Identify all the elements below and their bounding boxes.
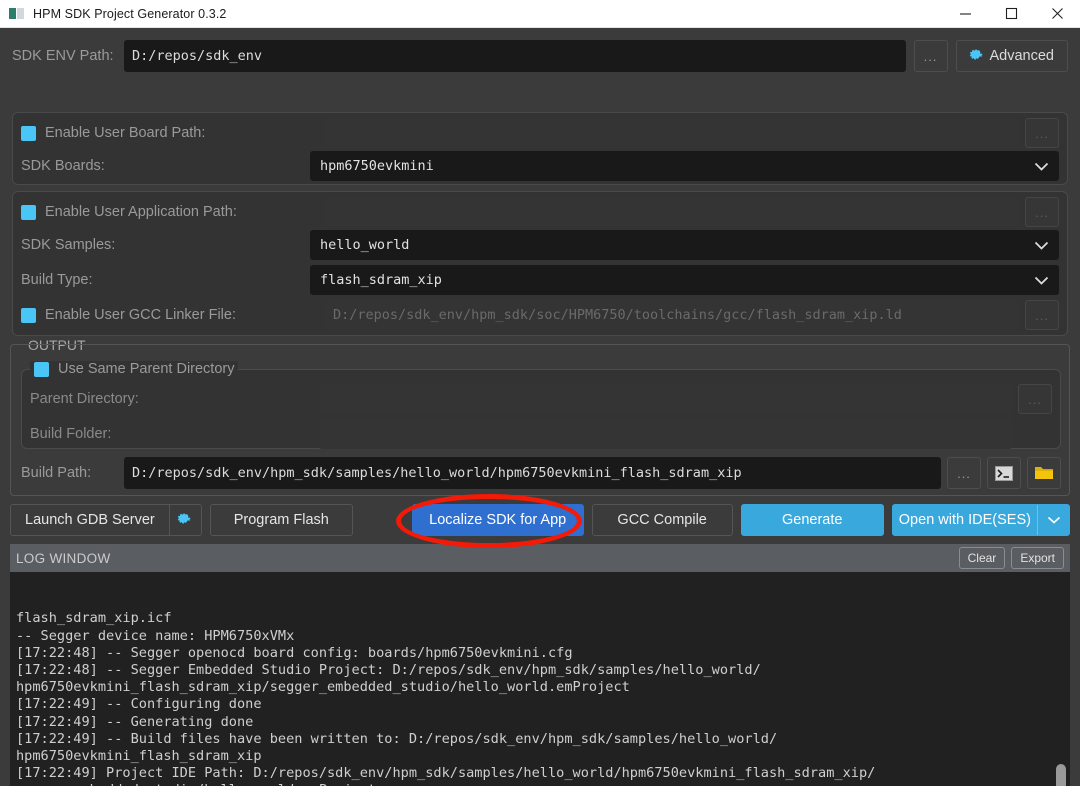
log-export-button[interactable]: Export: [1011, 547, 1064, 569]
enable-user-gcc-linker-file-row: Enable User GCC Linker File: D:/repos/sd…: [21, 300, 1059, 330]
application-group: Enable User Application Path: ... SDK Sa…: [12, 191, 1068, 336]
build-path-row: Build Path: D:/repos/sdk_env/hpm_sdk/sam…: [21, 457, 1061, 489]
enable-user-application-path-row: Enable User Application Path: ...: [21, 197, 1059, 227]
gcc-compile-button[interactable]: GCC Compile: [591, 504, 733, 536]
log-line: [17:22:49] -- Configuring done: [16, 696, 262, 713]
log-line: [17:22:48] -- Segger Embedded Studio Pro…: [16, 662, 761, 679]
enable-user-application-path-label: Enable User Application Path:: [45, 204, 237, 220]
gear-icon: [178, 513, 191, 524]
user-gcc-linker-file-input[interactable]: D:/repos/sdk_env/hpm_sdk/soc/HPM6750/too…: [325, 300, 1019, 330]
chevron-down-icon: [1034, 162, 1049, 171]
build-type-value: flash_sdram_xip: [320, 272, 442, 288]
open-with-ide-button[interactable]: Open with IDE(SES): [891, 504, 1070, 536]
parent-directory-row: Parent Directory: ...: [30, 384, 1052, 414]
log-line: hpm6750evkmini_flash_sdram_xip: [16, 748, 262, 765]
sdk-env-path-input[interactable]: D:/repos/sdk_env: [124, 40, 906, 72]
build-type-row: Build Type: flash_sdram_xip: [21, 265, 1059, 295]
parent-directory-browse-button[interactable]: ...: [1018, 384, 1052, 414]
log-window-title: LOG WINDOW: [16, 550, 111, 566]
use-same-parent-directory-group: Use Same Parent Directory Parent Directo…: [21, 361, 1061, 449]
build-path-input[interactable]: D:/repos/sdk_env/hpm_sdk/samples/hello_w…: [124, 457, 941, 489]
chevron-down-icon: [1034, 241, 1049, 250]
build-folder-input[interactable]: [319, 419, 1012, 449]
enable-user-gcc-linker-file-label: Enable User GCC Linker File:: [45, 307, 236, 323]
log-window-header: LOG WINDOW Clear Export: [10, 544, 1070, 572]
generate-button[interactable]: Generate: [740, 504, 884, 536]
sdk-boards-row: SDK Boards: hpm6750evkmini: [21, 151, 1059, 181]
open-with-ide-label: Open with IDE(SES): [898, 512, 1031, 528]
advanced-label: Advanced: [989, 48, 1055, 64]
chevron-down-icon: [1034, 276, 1049, 285]
sdk-env-path-row: SDK ENV Path: D:/repos/sdk_env ... Advan…: [12, 40, 1068, 72]
use-same-parent-directory-label: Use Same Parent Directory: [58, 361, 235, 377]
log-line: flash_sdram_xip.icf: [16, 610, 172, 627]
maximize-button[interactable]: [988, 0, 1034, 28]
localize-sdk-for-app-button[interactable]: Localize SDK for App: [411, 504, 584, 536]
enable-user-board-path-label: Enable User Board Path:: [45, 125, 206, 141]
chevron-down-icon: [1047, 516, 1060, 524]
terminal-icon: [995, 465, 1013, 481]
use-same-parent-directory-checkbox[interactable]: [34, 361, 49, 377]
log-window-body[interactable]: flash_sdram_xip.icf -- Segger device name…: [10, 572, 1070, 786]
output-group: Use Same Parent Directory Parent Directo…: [10, 344, 1070, 496]
app-icon: [8, 6, 24, 22]
log-line: [17:22:49] -- Generating done: [16, 713, 254, 730]
board-group: Enable User Board Path: ... SDK Boards: …: [12, 112, 1068, 185]
sdk-env-path-browse-button[interactable]: ...: [913, 40, 948, 72]
log-line: segger_embedded_studio/hello_world.emPro…: [16, 782, 1064, 786]
log-line: -- Segger device name: HPM6750xVMx: [16, 627, 295, 644]
advanced-button[interactable]: Advanced: [955, 40, 1068, 72]
parent-directory-label: Parent Directory:: [30, 391, 139, 407]
build-type-label: Build Type:: [21, 272, 93, 288]
gdb-settings-button[interactable]: [168, 505, 201, 535]
log-line: [17:22:48] -- Segger openocd board confi…: [16, 644, 573, 661]
log-line: [17:22:49] -- Build files have been writ…: [16, 730, 778, 747]
build-type-select[interactable]: flash_sdram_xip: [310, 265, 1059, 295]
build-folder-label: Build Folder:: [30, 426, 112, 442]
sdk-env-path-label: SDK ENV Path:: [12, 48, 114, 64]
enable-user-gcc-linker-file-checkbox[interactable]: [21, 307, 36, 323]
gear-icon: [969, 49, 983, 60]
app-body: SDK ENV Path: D:/repos/sdk_env ... Advan…: [0, 28, 1080, 786]
user-gcc-linker-file-browse-button[interactable]: ...: [1025, 300, 1059, 330]
sdk-samples-value: hello_world: [320, 237, 410, 253]
build-path-terminal-button[interactable]: [987, 457, 1021, 489]
use-same-parent-directory-row: Use Same Parent Directory: [30, 361, 239, 377]
title-bar: HPM SDK Project Generator 0.3.2: [0, 0, 1080, 28]
close-button[interactable]: [1034, 0, 1080, 28]
sdk-samples-label: SDK Samples:: [21, 237, 116, 253]
launch-gdb-server-button[interactable]: Launch GDB Server: [10, 504, 202, 536]
log-scrollbar-track[interactable]: [1056, 574, 1066, 786]
log-lines: flash_sdram_xip.icf -- Segger device name…: [16, 610, 1064, 786]
sdk-boards-value: hpm6750evkmini: [320, 158, 434, 174]
sdk-samples-select[interactable]: hello_world: [310, 230, 1059, 260]
build-path-open-folder-button[interactable]: [1027, 457, 1061, 489]
open-with-ide-dropdown-button[interactable]: [1037, 505, 1069, 535]
launch-gdb-server-label: Launch GDB Server: [25, 512, 155, 528]
parent-directory-input[interactable]: [319, 384, 1012, 414]
enable-user-application-path-checkbox[interactable]: [21, 204, 36, 220]
log-scrollbar-thumb[interactable]: [1056, 764, 1066, 786]
enable-user-board-path-row: Enable User Board Path: ...: [21, 118, 1059, 148]
log-line: hpm6750evkmini_flash_sdram_xip/segger_em…: [16, 679, 630, 696]
user-board-path-input[interactable]: [325, 118, 1019, 148]
build-path-browse-button[interactable]: ...: [947, 457, 981, 489]
sdk-boards-label: SDK Boards:: [21, 158, 105, 174]
build-path-label: Build Path:: [21, 465, 92, 481]
folder-icon: [1035, 467, 1053, 479]
sdk-samples-row: SDK Samples: hello_world: [21, 230, 1059, 260]
enable-user-board-path-checkbox[interactable]: [21, 125, 36, 141]
minimize-button[interactable]: [942, 0, 988, 28]
user-application-path-input[interactable]: [325, 197, 1019, 227]
action-button-bar: Launch GDB Server Program Flash Localize…: [10, 504, 1070, 536]
window-title: HPM SDK Project Generator 0.3.2: [33, 6, 227, 21]
build-folder-row: Build Folder:: [30, 419, 1052, 449]
log-clear-button[interactable]: Clear: [958, 547, 1006, 569]
user-application-path-browse-button[interactable]: ...: [1025, 197, 1059, 227]
program-flash-button[interactable]: Program Flash: [209, 504, 353, 536]
user-board-path-browse-button[interactable]: ...: [1025, 118, 1059, 148]
log-line: [17:22:49] Project IDE Path: D:/repos/sd…: [16, 765, 876, 782]
sdk-boards-select[interactable]: hpm6750evkmini: [310, 151, 1059, 181]
